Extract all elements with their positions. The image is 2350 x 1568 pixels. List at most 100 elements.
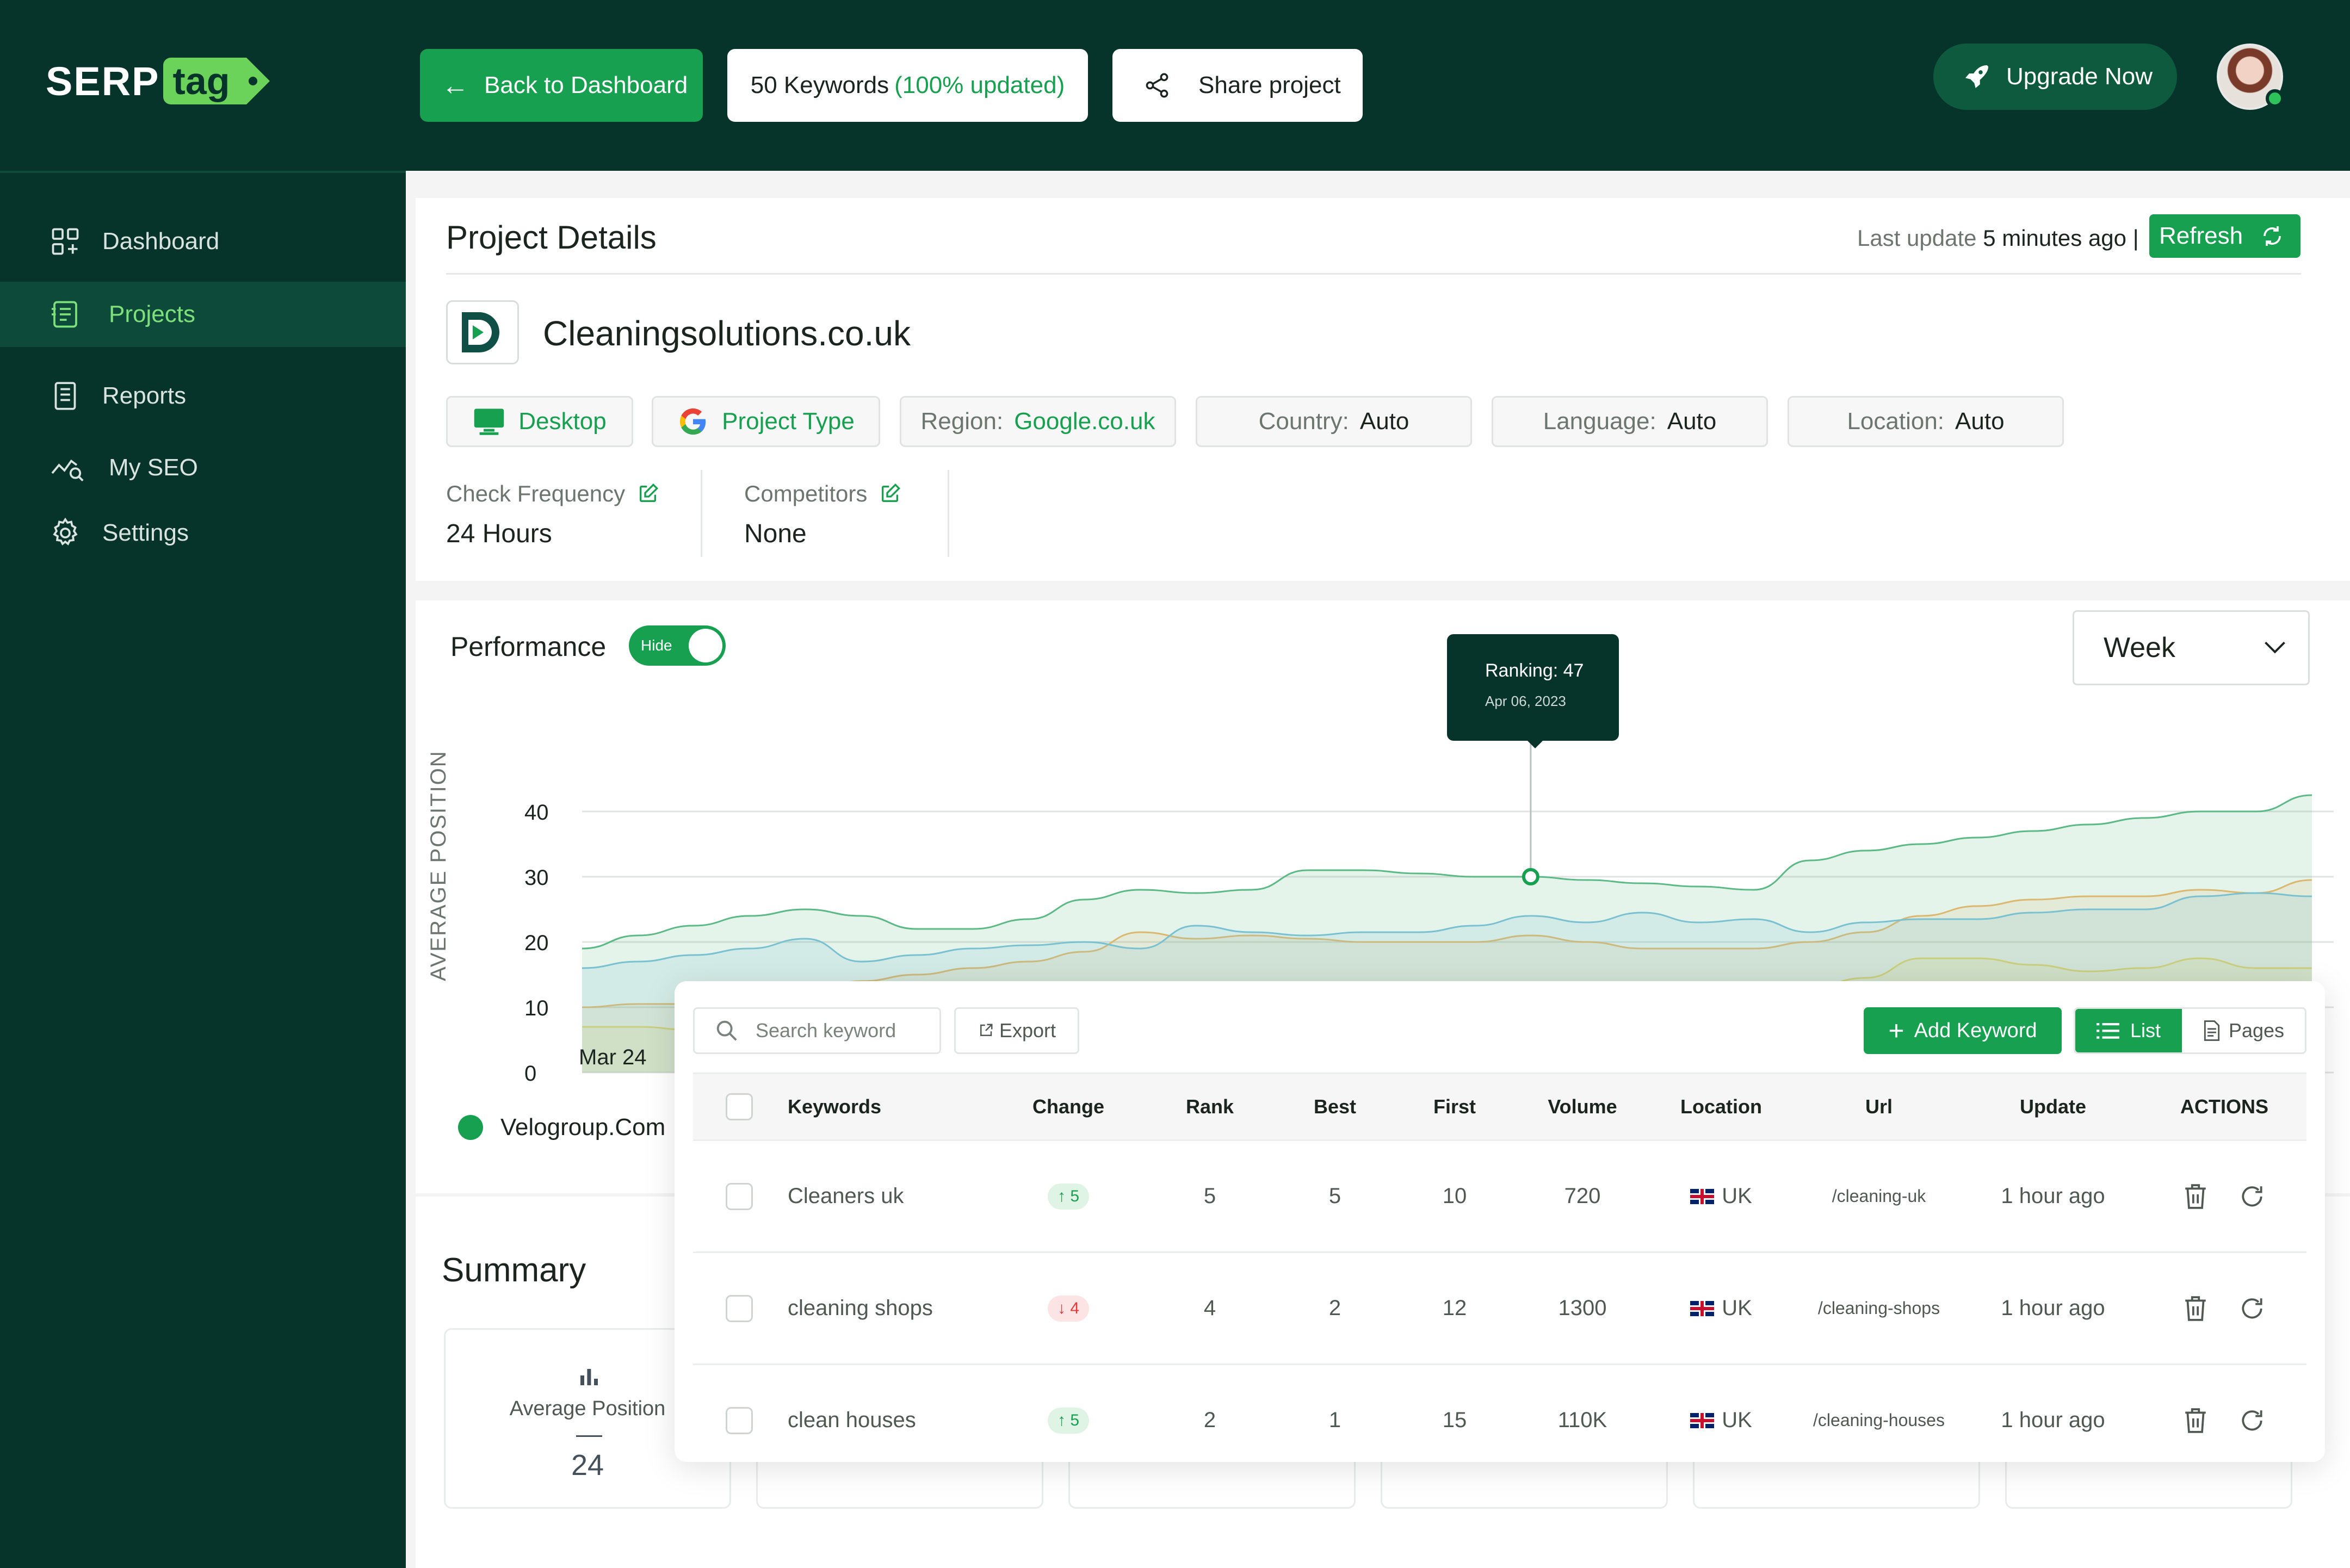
column-header-volume[interactable]: Volume (1520, 1074, 1645, 1139)
export-button[interactable]: Export (954, 1007, 1079, 1054)
last-update-text: Last update 5 minutes ago | (1857, 225, 2139, 251)
language-chip[interactable]: Language: Auto (1492, 396, 1768, 447)
divider (701, 470, 702, 557)
share-project-label: Share project (1198, 72, 1341, 98)
country-chip[interactable]: Country: Auto (1196, 396, 1472, 447)
edit-frequency-icon[interactable] (637, 483, 659, 505)
divider (948, 470, 949, 557)
list-view-button[interactable]: List (2075, 1009, 2182, 1052)
trash-icon[interactable] (2183, 1407, 2208, 1434)
arrow-up-icon: ↑ (1057, 1187, 1071, 1205)
list-icon (2096, 1023, 2119, 1039)
last-update-separator: | (2132, 225, 2139, 251)
logo-tag-hole (248, 77, 257, 85)
row-checkbox[interactable] (726, 1294, 753, 1322)
competitors-value: None (744, 519, 807, 548)
google-icon (680, 408, 706, 435)
upgrade-now-button[interactable]: Upgrade Now (1933, 44, 2177, 110)
actions-cell (2151, 1141, 2298, 1251)
sidebar-item-dashboard[interactable]: Dashboard (0, 209, 406, 274)
project-type-chip[interactable]: Project Type (652, 396, 880, 447)
column-header-change[interactable]: Change (998, 1074, 1139, 1139)
edit-competitors-icon[interactable] (879, 483, 901, 505)
select-all-checkbox[interactable] (726, 1093, 753, 1120)
uk-flag-icon (1690, 1300, 1715, 1316)
performance-toggle[interactable]: Hide (629, 625, 726, 666)
row-checkbox[interactable] (726, 1182, 753, 1210)
upgrade-now-label: Upgrade Now (2006, 63, 2153, 90)
back-to-dashboard-button[interactable]: ← Back to Dashboard (420, 49, 703, 122)
serptag-logo[interactable]: SERP tag (46, 58, 270, 104)
column-header-first[interactable]: First (1400, 1074, 1509, 1139)
url-cell[interactable]: /cleaning-uk (1797, 1141, 1961, 1251)
legend-label: Velogroup.Com (500, 1114, 666, 1141)
column-header-rank[interactable]: Rank (1161, 1074, 1259, 1139)
check-frequency-text: Check Frequency (446, 481, 626, 506)
table-row[interactable]: clean houses ↑ 5 2 1 15 110K UK /cleanin… (693, 1365, 2306, 1462)
column-header-url[interactable]: Url (1797, 1074, 1961, 1139)
project-details-card: Project Details Last update 5 minutes ag… (416, 198, 2350, 581)
country-value: Auto (1359, 408, 1409, 435)
divider (446, 273, 2301, 275)
column-header-update[interactable]: Update (1966, 1074, 2140, 1139)
location-value: UK (1722, 1408, 1752, 1432)
reports-document-icon (54, 382, 76, 410)
pages-view-button[interactable]: Pages (2182, 1009, 2305, 1052)
project-type-value: Project Type (722, 408, 855, 435)
chart-legend[interactable]: Velogroup.Com (458, 1114, 665, 1141)
change-cell: ↑ 5 (998, 1141, 1139, 1251)
change-cell: ↑ 5 (998, 1365, 1139, 1462)
refresh-button[interactable]: Refresh (2149, 214, 2300, 258)
change-badge-down: ↓ 4 (1047, 1295, 1090, 1322)
chart-tooltip: Ranking: 47 Apr 06, 2023 (1447, 634, 1619, 748)
keywords-table: Keywords Change Rank Best First Volume L… (693, 1073, 2306, 1462)
row-checkbox[interactable] (726, 1406, 753, 1434)
change-value: 4 (1070, 1299, 1080, 1317)
keyword-cell: Cleaners uk (788, 1184, 904, 1208)
keywords-status-button[interactable]: 50 Keywords (100% updated) (727, 49, 1088, 122)
location-cell: UK (1656, 1141, 1786, 1251)
competitors-text: Competitors (744, 481, 868, 506)
refresh-icon[interactable] (2238, 1295, 2266, 1322)
column-header-best[interactable]: Best (1281, 1074, 1389, 1139)
share-project-button[interactable]: Share project (1112, 49, 1363, 122)
sidebar-item-reports[interactable]: Reports (0, 363, 406, 429)
sidebar-item-my-seo[interactable]: My SEO (0, 435, 406, 500)
uk-flag-icon (1690, 1188, 1715, 1204)
update-cell: 1 hour ago (2001, 1408, 2105, 1432)
first-cell: 12 (1442, 1296, 1467, 1320)
column-header-location[interactable]: Location (1656, 1074, 1786, 1139)
add-keyword-label: Add Keyword (1914, 1019, 2037, 1042)
row-select-cell (726, 1253, 753, 1364)
check-frequency-value: 24 Hours (446, 519, 552, 548)
competitors-label: Competitors (744, 481, 901, 507)
table-row[interactable]: Cleaners uk ↑ 5 5 5 10 720 UK /cleaning-… (693, 1141, 2306, 1253)
change-value: 5 (1070, 1187, 1080, 1205)
add-keyword-button[interactable]: + Add Keyword (1864, 1007, 2062, 1054)
highlighted-data-point (1522, 868, 1539, 885)
keywords-count: 50 Keywords (750, 72, 889, 98)
device-chip[interactable]: Desktop (446, 396, 633, 447)
period-select[interactable]: Week (2073, 610, 2310, 685)
url-cell[interactable]: /cleaning-houses (1797, 1365, 1961, 1462)
tooltip-ranking: Ranking: 47 (1485, 660, 1584, 681)
refresh-icon[interactable] (2238, 1407, 2266, 1434)
location-chip[interactable]: Location: Auto (1788, 396, 2064, 447)
sidebar-item-projects[interactable]: Projects (0, 282, 406, 347)
project-name: Cleaningsolutions.co.uk (543, 314, 911, 353)
search-keyword-input[interactable]: Search keyword (693, 1007, 941, 1054)
region-chip[interactable]: Region: Google.co.uk (900, 396, 1176, 447)
tooltip-date: Apr 06, 2023 (1485, 693, 1566, 709)
keyword-cell: cleaning shops (788, 1296, 933, 1320)
trash-icon[interactable] (2183, 1295, 2208, 1322)
bar-chart-icon (580, 1369, 598, 1385)
table-row[interactable]: cleaning shops ↓ 4 4 2 12 1300 UK /clean… (693, 1253, 2306, 1365)
refresh-icon[interactable] (2238, 1183, 2266, 1210)
legend-swatch (458, 1115, 483, 1140)
column-header-keywords[interactable]: Keywords (788, 1074, 881, 1139)
trash-icon[interactable] (2183, 1183, 2208, 1210)
y-tick-label: 40 (524, 801, 549, 825)
sidebar-item-label: Reports (102, 382, 187, 409)
sidebar-item-settings[interactable]: Settings (0, 500, 406, 566)
url-cell[interactable]: /cleaning-shops (1797, 1253, 1961, 1364)
